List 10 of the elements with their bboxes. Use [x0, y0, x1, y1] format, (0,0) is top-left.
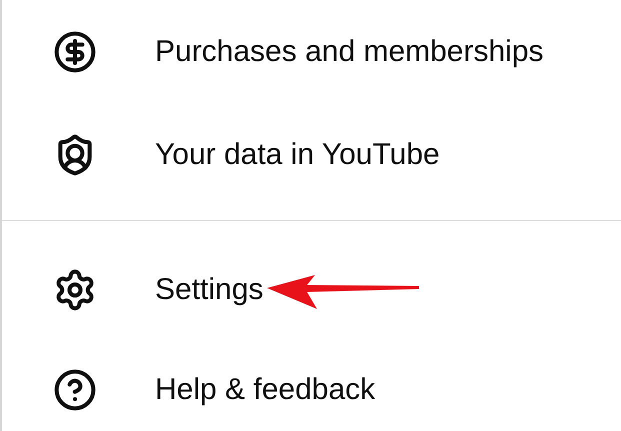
menu-item[interactable]: Purchases and memberships — [2, 0, 621, 103]
menu-item[interactable]: Your data in YouTube — [2, 103, 621, 206]
menu-item-label: Your data in YouTube — [155, 138, 440, 172]
help-icon — [53, 368, 97, 412]
menu-item-label: Help & feedback — [155, 373, 376, 407]
menu-item[interactable]: Settings — [2, 240, 621, 340]
menu-item-label: Purchases and memberships — [155, 34, 544, 68]
menu-item[interactable]: Help & feedback — [2, 340, 621, 431]
dollar-icon — [53, 30, 97, 74]
menu-item-label: Settings — [155, 273, 264, 307]
